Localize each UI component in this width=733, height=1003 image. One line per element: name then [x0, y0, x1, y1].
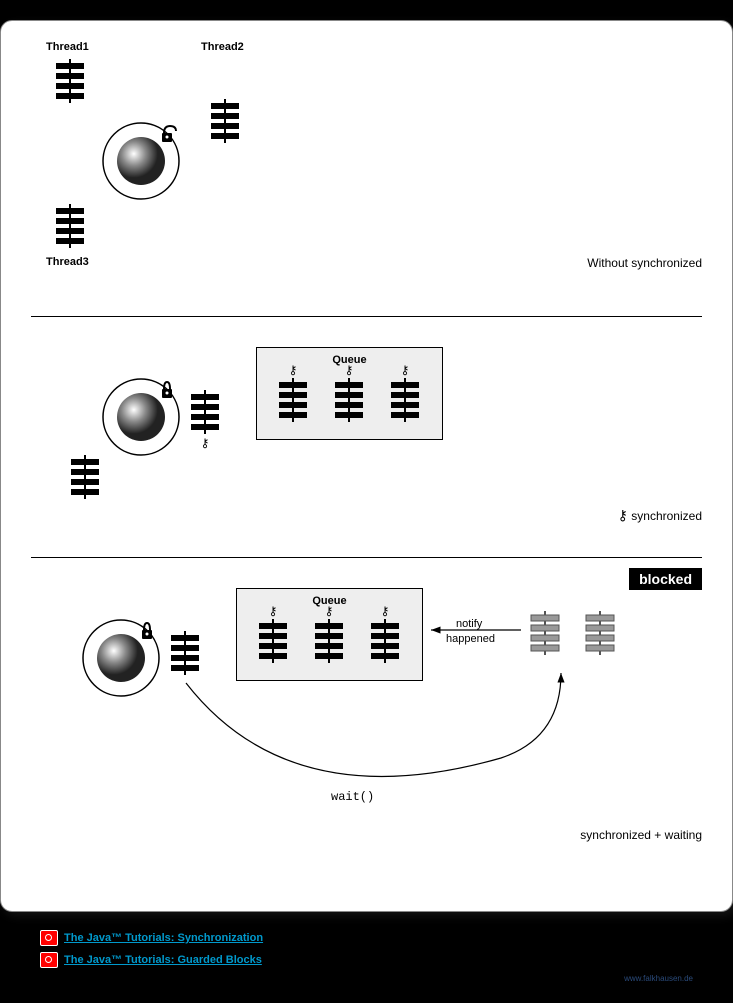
panel2-caption: ⚷ synchronized	[618, 507, 702, 524]
panel-waiting: Queue blocked notify happened wait() syn…	[31, 558, 702, 858]
oracle-icon	[40, 930, 58, 946]
queue-box-2: Queue	[256, 347, 443, 440]
panel1-caption: Without synchronized	[587, 256, 702, 270]
key-glyph: ⚷	[618, 507, 628, 523]
panel-without-sync: Thread1 Thread2 Thread3 Without synchron…	[31, 41, 702, 316]
panel2-svg: ⚷	[31, 317, 281, 537]
diagram-card: Thread1 Thread2 Thread3 Without synchron…	[0, 20, 733, 912]
svg-text:⚷: ⚷	[201, 436, 210, 450]
links: The Java™ Tutorials: Synchronization The…	[40, 930, 733, 968]
panel1-svg: ⚷	[31, 41, 331, 301]
panel-synchronized: Queue ⚷ synchronized ⚷	[31, 317, 702, 557]
credit: www.falkhausen.de	[0, 974, 693, 983]
panel3-svg	[31, 558, 671, 838]
link-synchronization[interactable]: The Java™ Tutorials: Synchronization	[64, 932, 263, 944]
link-guarded-blocks[interactable]: The Java™ Tutorials: Guarded Blocks	[64, 954, 262, 966]
panel2-caption-text: synchronized	[631, 509, 702, 523]
